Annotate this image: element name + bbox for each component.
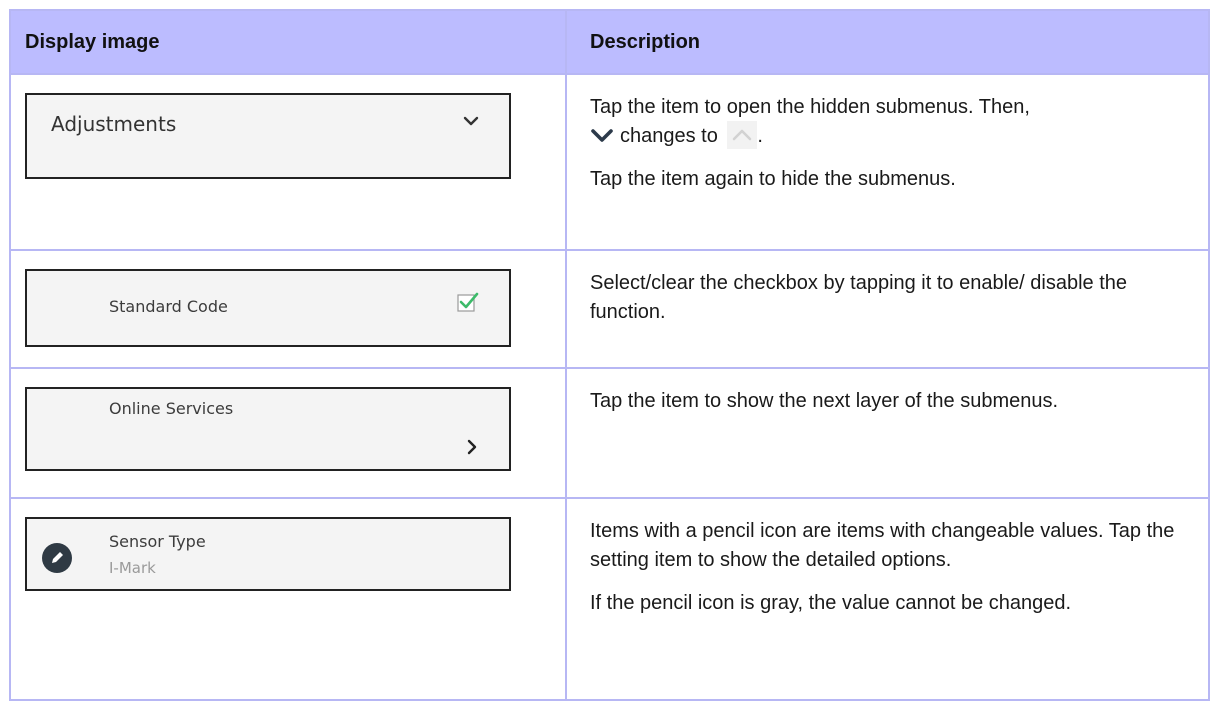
description-text: Tap the item to show the next layer of t…: [590, 390, 1059, 412]
chevron-up-icon: [727, 120, 758, 149]
menu-item-label: Sensor Type: [109, 532, 206, 551]
sensor-type-menu-item: Sensor Type I-Mark: [25, 517, 511, 591]
table-row: Sensor Type I-Mark Items with a pencil i…: [9, 497, 1210, 701]
description-text: changes to: [620, 125, 718, 147]
menu-item-label: Standard Code: [109, 297, 228, 316]
table-header-row: Display image Description: [9, 9, 1210, 75]
menu-item-label: Adjustments: [51, 112, 177, 136]
description-text: Tap the item again to hide the submenus.: [590, 168, 956, 190]
description-text: If the pencil icon is gray, the value ca…: [590, 592, 1072, 614]
menu-item-label: Online Services: [109, 399, 234, 418]
checkbox-checked-icon: [457, 292, 479, 312]
description-text: Tap the item to open the hidden submenus…: [590, 96, 1030, 118]
adjustments-menu-item: Adjustments: [25, 93, 511, 179]
chevron-right-icon: [467, 439, 477, 455]
description-text: .: [757, 125, 763, 147]
description-text: Items with a pencil icon are items with …: [590, 520, 1175, 571]
header-description: Description: [565, 9, 1210, 75]
chevron-down-icon: [591, 128, 613, 142]
table-row: Online Services Tap the item to show the…: [9, 367, 1210, 499]
pencil-icon: [42, 543, 72, 573]
display-image-cell: Sensor Type I-Mark: [9, 497, 567, 701]
description-cell: Tap the item to open the hidden submenus…: [565, 73, 1210, 251]
display-image-cell: Adjustments: [9, 73, 567, 251]
display-image-cell: Online Services: [9, 367, 567, 499]
table-row: Standard Code Select/clear the checkbox …: [9, 249, 1210, 369]
chevron-down-icon: [463, 116, 479, 126]
settings-display-table: Display image Description Adjustments Ta…: [9, 9, 1210, 701]
header-display-image: Display image: [9, 9, 567, 75]
standard-code-menu-item: Standard Code: [25, 269, 511, 347]
description-text: Select/clear the checkbox by tapping it …: [590, 272, 1128, 323]
description-cell: Items with a pencil icon are items with …: [565, 497, 1210, 701]
menu-item-value: I-Mark: [109, 559, 156, 577]
online-services-menu-item: Online Services: [25, 387, 511, 471]
table-row: Adjustments Tap the item to open the hid…: [9, 73, 1210, 251]
description-cell: Tap the item to show the next layer of t…: [565, 367, 1210, 499]
description-cell: Select/clear the checkbox by tapping it …: [565, 249, 1210, 369]
display-image-cell: Standard Code: [9, 249, 567, 369]
